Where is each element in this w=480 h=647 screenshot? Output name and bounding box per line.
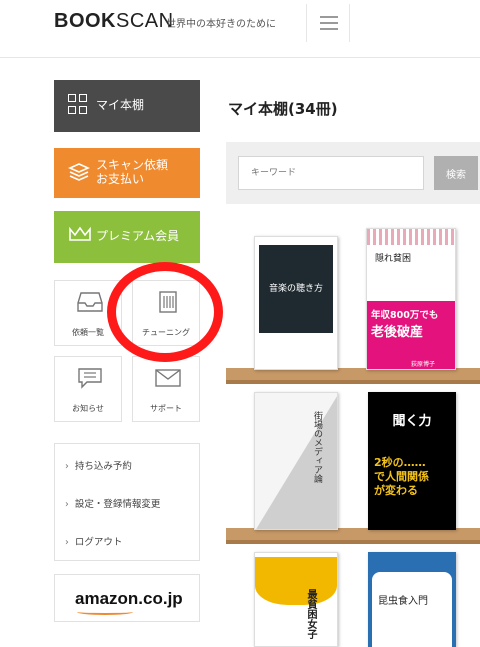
book-title: 聞く力: [392, 414, 432, 429]
book-headline: 2秒の……で人間関係が変わる: [374, 456, 429, 497]
hamburger-icon[interactable]: [306, 4, 350, 42]
highlight-circle-annotation: [107, 262, 223, 362]
mail-icon: [155, 367, 181, 389]
premium-member-button[interactable]: プレミアム会員: [54, 211, 200, 263]
grid-icon: [68, 94, 88, 114]
book-author: 荻原博子: [411, 359, 436, 368]
book-title: 昆虫食入門: [378, 596, 428, 607]
amazon-banner[interactable]: amazon.co.jp: [54, 574, 200, 622]
book-cover[interactable]: 隠れ貧困 年収800万でも 老後破産 荻原博子: [366, 228, 456, 370]
support-label: サポート: [150, 404, 182, 413]
layers-icon: [68, 162, 90, 182]
book-headline: 年収800万でも: [371, 310, 439, 321]
book-title: 街場のメディア論: [312, 411, 322, 483]
notice-icon: [77, 367, 103, 389]
scan-payment-label: スキャン依頼 お支払い: [96, 158, 169, 186]
sidebar-links: › 持ち込み予約 › 設定・登録情報変更 › ログアウト: [54, 443, 200, 561]
link-bring-in-reservation[interactable]: › 持ち込み予約: [65, 458, 132, 472]
site-tagline: 世界中の本好きのために: [166, 19, 276, 30]
book-title: 隠れ貧困: [375, 254, 412, 264]
my-shelf-button[interactable]: マイ本棚: [54, 80, 200, 132]
book-cover[interactable]: 聞く力 2秒の……で人間関係が変わる: [368, 392, 456, 530]
notice-label: お知らせ: [72, 404, 104, 413]
book-title: 音楽の聴き方: [268, 284, 323, 294]
search-input[interactable]: [238, 156, 424, 190]
book-title: 最貧困女子: [305, 589, 316, 639]
site-header: BOOKSCAN 世界中の本好きのために: [0, 0, 480, 58]
crown-icon: [68, 225, 91, 245]
book-cover[interactable]: 最貧困女子: [254, 552, 338, 647]
chevron-right-icon: ›: [65, 537, 69, 548]
inbox-icon: [77, 291, 103, 313]
book-cover[interactable]: 昆虫食入門: [368, 552, 456, 647]
my-shelf-label: マイ本棚: [96, 98, 145, 112]
amazon-logo: amazon.co.jp: [75, 589, 183, 608]
support-tile[interactable]: サポート: [132, 356, 200, 422]
bookshelf-board: [226, 528, 480, 544]
book-cover[interactable]: 音楽の聴き方: [254, 236, 338, 370]
book-cover[interactable]: 街場のメディア論: [254, 392, 338, 530]
premium-member-label: プレミアム会員: [96, 229, 180, 243]
bookscan-logo[interactable]: BOOKSCAN: [54, 10, 174, 33]
link-logout[interactable]: › ログアウト: [65, 534, 122, 548]
page-title: マイ本棚(34冊): [228, 100, 338, 118]
amazon-smile-icon: [77, 609, 133, 615]
book-headline: 老後破産: [371, 325, 424, 340]
scan-payment-button[interactable]: スキャン依頼 お支払い: [54, 148, 200, 198]
notice-tile[interactable]: お知らせ: [54, 356, 122, 422]
link-settings[interactable]: › 設定・登録情報変更: [65, 496, 160, 510]
search-bar: 検索: [226, 142, 480, 204]
bookshelf-board: [226, 368, 480, 384]
chevron-right-icon: ›: [65, 499, 69, 510]
search-button[interactable]: 検索: [434, 156, 478, 190]
chevron-right-icon: ›: [65, 461, 69, 472]
